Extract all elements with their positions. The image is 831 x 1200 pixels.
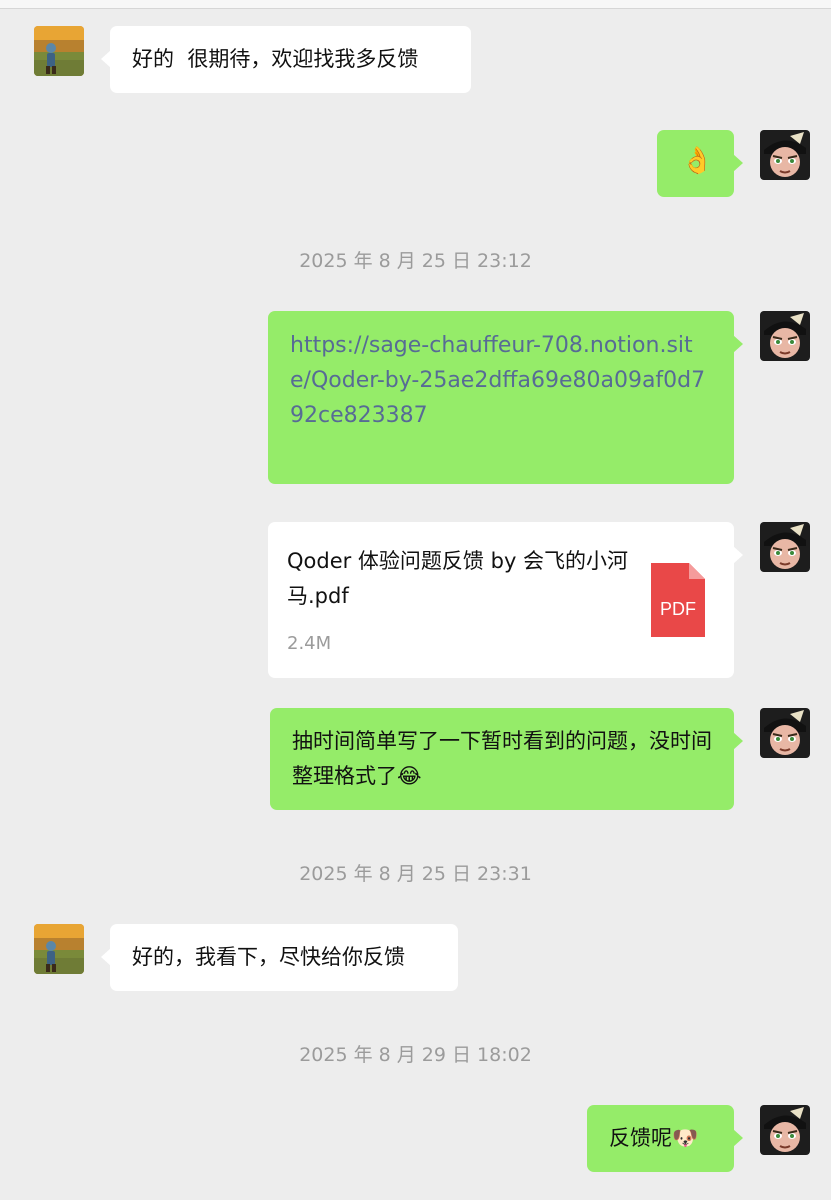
self-avatar[interactable] — [760, 130, 810, 180]
message-timestamp: 2025 年 8 月 25 日 23:31 — [0, 859, 831, 886]
file-message-card[interactable]: Qoder 体验问题反馈 by 会飞的小河马.pdf 2.4M PDF — [268, 522, 743, 678]
message-bubble-outgoing-link[interactable]: https://sage-chauffeur-708.notion.site/Q… — [268, 311, 743, 484]
timestamp-text: 2025 年 8 月 25 日 23:31 — [299, 863, 532, 885]
ok-hand-emoji: 👌 — [681, 146, 714, 176]
other-user-avatar[interactable] — [34, 26, 84, 76]
file-name: Qoder 体验问题反馈 by 会飞的小河马.pdf — [287, 549, 629, 608]
cartoon-pirate-avatar-icon — [760, 311, 810, 361]
timestamp-text: 2025 年 8 月 29 日 18:02 — [299, 1044, 532, 1066]
file-size: 2.4M — [287, 633, 332, 654]
message-text: 好的 很期待，欢迎找我多反馈 — [132, 47, 419, 71]
self-avatar[interactable] — [760, 708, 810, 758]
message-bubble-outgoing[interactable]: 👌 — [657, 130, 743, 197]
self-avatar[interactable] — [760, 1105, 810, 1155]
cartoon-pirate-avatar-icon — [760, 130, 810, 180]
pdf-icon-label: PDF — [660, 599, 696, 619]
message-timestamp: 2025 年 8 月 25 日 23:12 — [0, 246, 831, 273]
message-link[interactable]: https://sage-chauffeur-708.notion.site/Q… — [290, 333, 705, 428]
window-top-edge — [0, 0, 831, 9]
cartoon-pirate-avatar-icon — [760, 1105, 810, 1155]
self-avatar[interactable] — [760, 522, 810, 572]
other-user-avatar[interactable] — [34, 924, 84, 974]
message-bubble-outgoing[interactable]: 抽时间简单写了一下暂时看到的问题，没时间整理格式了😂 — [270, 708, 743, 810]
pdf-file-icon: PDF — [651, 563, 705, 637]
message-bubble-incoming[interactable]: 好的 很期待，欢迎找我多反馈 — [101, 26, 471, 93]
self-avatar[interactable] — [760, 311, 810, 361]
message-bubble-incoming[interactable]: 好的，我看下，尽快给你反馈 — [101, 924, 458, 991]
message-text: 抽时间简单写了一下暂时看到的问题，没时间整理格式了😂 — [292, 729, 712, 788]
cartoon-pirate-avatar-icon — [760, 708, 810, 758]
timestamp-text: 2025 年 8 月 25 日 23:12 — [299, 250, 532, 272]
cartoon-pirate-avatar-icon — [760, 522, 810, 572]
message-text: 反馈呢🐶 — [609, 1126, 699, 1150]
message-text: 好的，我看下，尽快给你反馈 — [132, 945, 405, 969]
message-timestamp: 2025 年 8 月 29 日 18:02 — [0, 1040, 831, 1067]
landscape-figure-avatar-icon — [34, 924, 84, 974]
message-bubble-outgoing[interactable]: 反馈呢🐶 — [587, 1105, 743, 1172]
landscape-figure-avatar-icon — [34, 26, 84, 76]
